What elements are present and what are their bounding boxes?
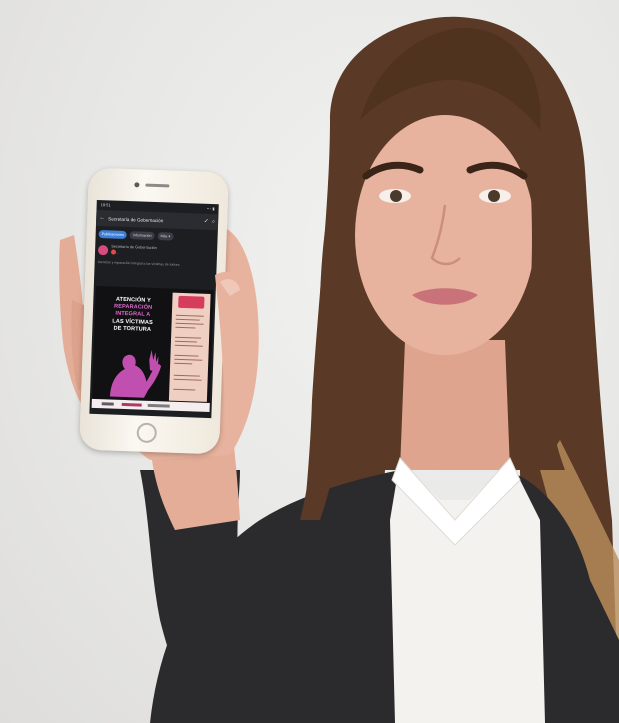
thumb xyxy=(215,271,249,426)
thumb-overlay xyxy=(215,271,249,426)
photo: 19:51 ▪ ◦ ▮ ← Secretaría de Gobernación … xyxy=(0,0,619,723)
